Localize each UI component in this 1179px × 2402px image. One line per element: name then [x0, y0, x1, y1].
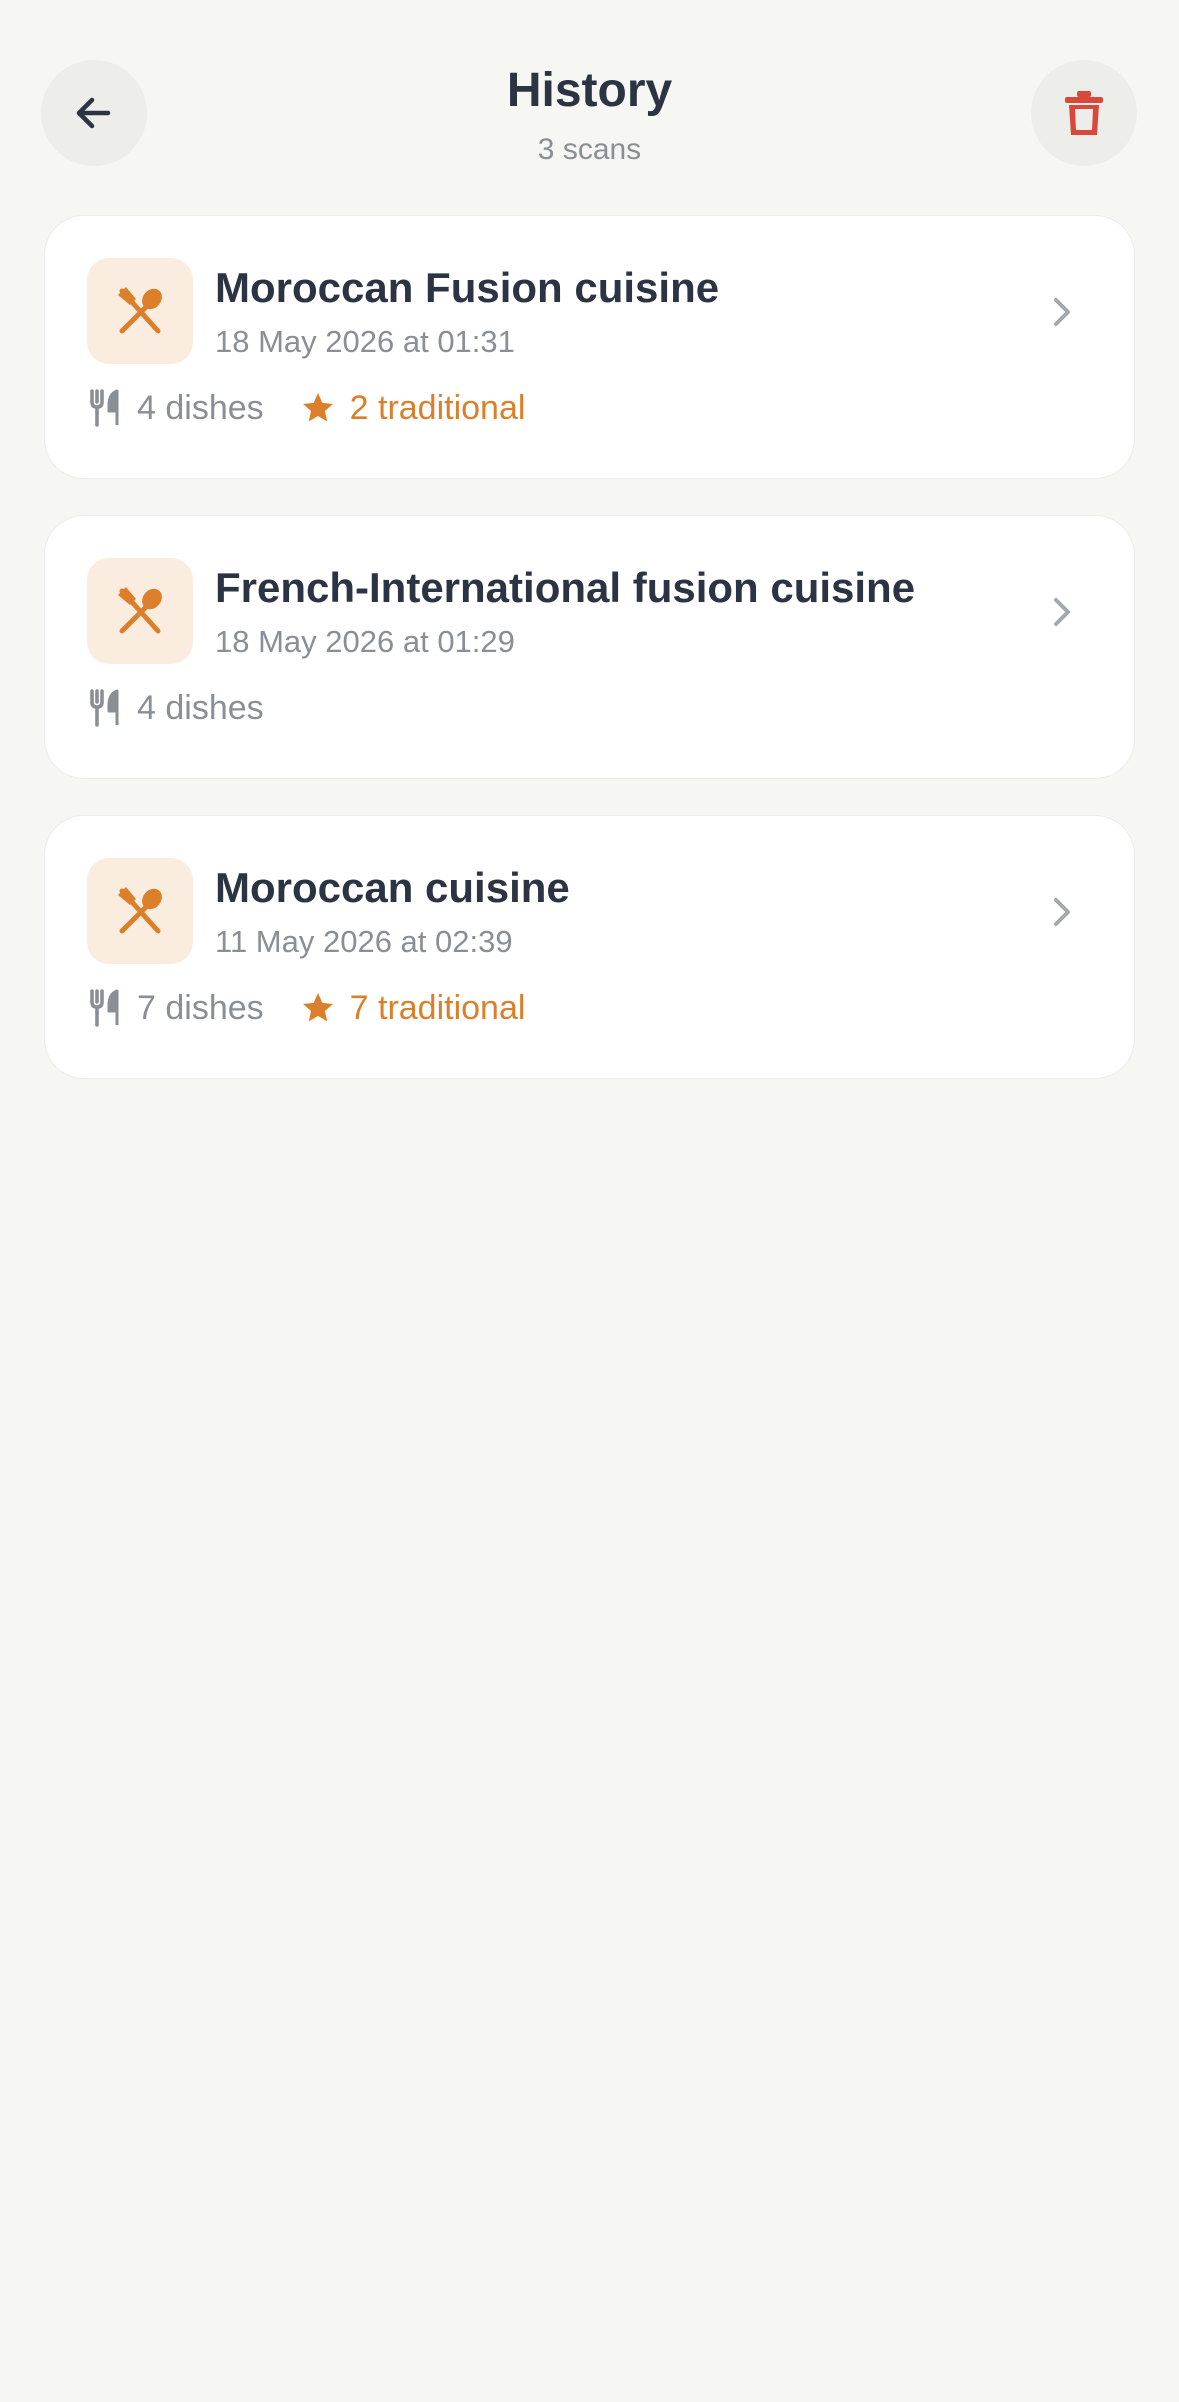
dish-count-label: 7 dishes: [137, 989, 264, 1027]
scan-title: Moroccan Fusion cuisine: [215, 264, 720, 311]
header: History 3 scans: [0, 0, 1179, 200]
scan-meta: 4 dishes: [89, 686, 264, 730]
traditional-count-label: 2 traditional: [349, 389, 526, 427]
star-icon: [300, 390, 336, 426]
chevron-right-icon: [1042, 592, 1082, 632]
fork-spoon-icon: [118, 287, 162, 334]
cuisine-icon-tile: [87, 858, 193, 964]
scan-title: French-International fusion cuisine: [215, 564, 916, 611]
delete-all-button[interactable]: [1031, 60, 1137, 166]
cuisine-icon-tile: [87, 558, 193, 664]
star-icon: [300, 990, 336, 1026]
dish-count-label: 4 dishes: [137, 689, 264, 727]
scan-count: 3 scans: [537, 133, 642, 166]
dish-count: 7 dishes: [89, 986, 264, 1030]
scan-card[interactable]: Moroccan cuisine 11 May 2026 at 02:39 7 …: [44, 815, 1135, 1079]
scan-meta: 7 dishes 7 traditional: [89, 986, 525, 1030]
traditional-count-label: 7 traditional: [349, 989, 526, 1027]
scan-date: 18 May 2026 at 01:31: [215, 324, 515, 359]
scan-card[interactable]: Moroccan Fusion cuisine 18 May 2026 at 0…: [44, 215, 1135, 479]
fork-spoon-icon: [118, 887, 162, 934]
utensils-icon: [89, 989, 123, 1027]
scan-list: Moroccan Fusion cuisine 18 May 2026 at 0…: [44, 215, 1135, 1115]
scan-date: 18 May 2026 at 01:29: [215, 624, 515, 659]
scan-card[interactable]: French-International fusion cuisine 18 M…: [44, 515, 1135, 779]
fork-spoon-icon: [118, 587, 162, 634]
scan-meta: 4 dishes 2 traditional: [89, 386, 525, 430]
chevron-right-icon: [1042, 892, 1082, 932]
dish-count: 4 dishes: [89, 686, 264, 730]
trash-icon: [1065, 91, 1103, 135]
dish-count: 4 dishes: [89, 386, 264, 430]
page-title: History: [506, 64, 673, 117]
traditional-count: 7 traditional: [300, 986, 526, 1030]
utensils-icon: [89, 389, 123, 427]
scan-date: 11 May 2026 at 02:39: [215, 924, 513, 959]
dish-count-label: 4 dishes: [137, 389, 264, 427]
scan-title: Moroccan cuisine: [215, 864, 570, 911]
utensils-icon: [89, 689, 123, 727]
traditional-count: 2 traditional: [300, 386, 526, 430]
cuisine-icon-tile: [87, 258, 193, 364]
chevron-right-icon: [1042, 292, 1082, 332]
